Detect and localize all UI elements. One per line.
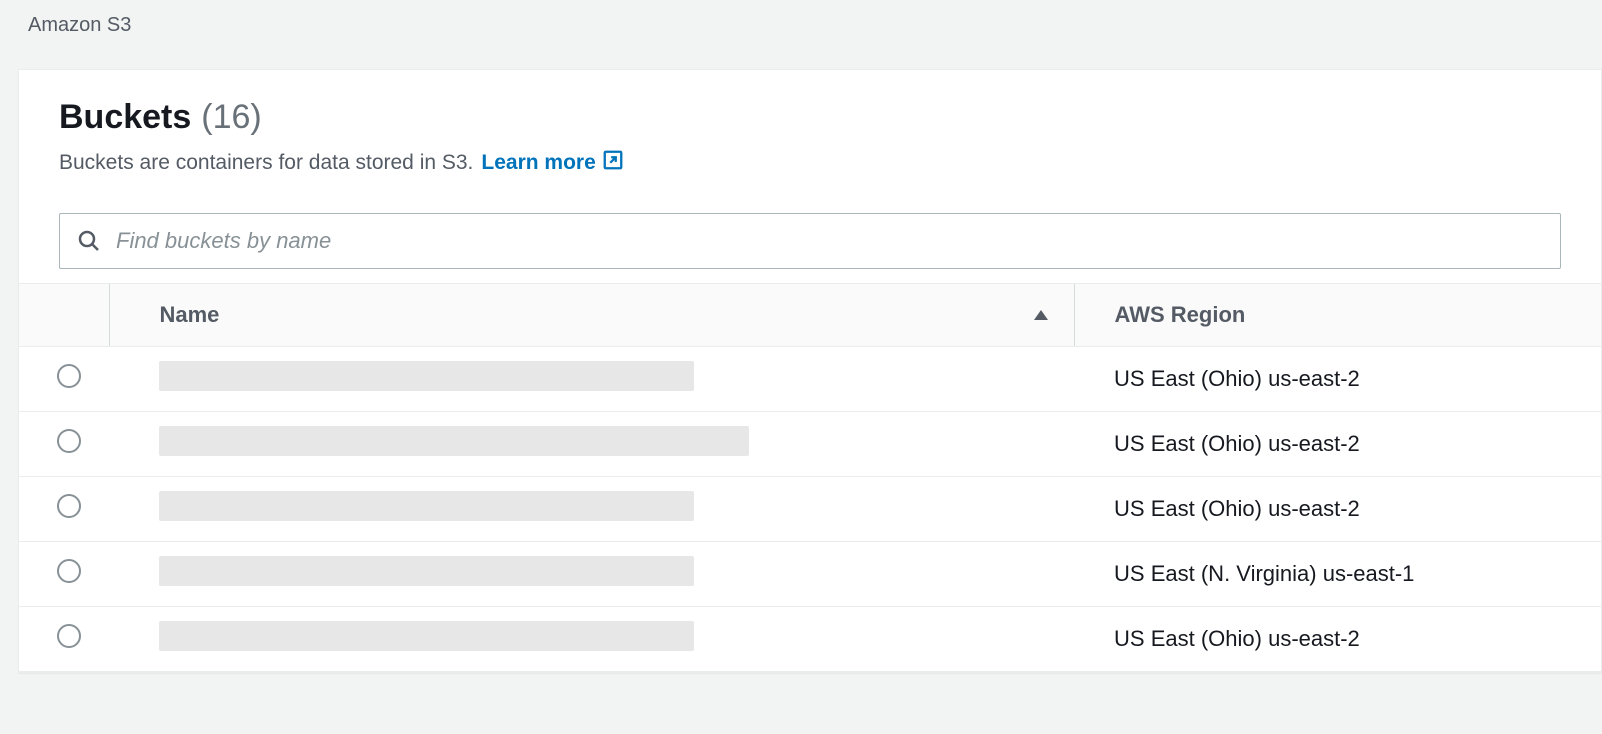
row-select-radio[interactable] <box>57 624 81 648</box>
table-row: US East (Ohio) us-east-2 <box>19 412 1601 477</box>
row-select-radio[interactable] <box>57 559 81 583</box>
region-column-header[interactable]: AWS Region <box>1074 284 1601 347</box>
bucket-region-cell: US East (Ohio) us-east-2 <box>1074 347 1601 412</box>
panel-header: Buckets (16) Buckets are containers for … <box>19 70 1601 195</box>
redacted-bucket-name <box>159 426 749 456</box>
bucket-name-cell[interactable] <box>109 542 1074 607</box>
bucket-region-cell: US East (N. Virginia) us-east-1 <box>1074 542 1601 607</box>
name-column-header[interactable]: Name <box>109 284 1074 347</box>
redacted-bucket-name <box>159 621 694 651</box>
bucket-region-cell: US East (Ohio) us-east-2 <box>1074 477 1601 542</box>
search-box <box>59 213 1561 269</box>
breadcrumb[interactable]: Amazon S3 <box>0 0 1602 51</box>
buckets-table: Name AWS Region US East (Ohio) us-east-2… <box>19 283 1601 672</box>
buckets-panel: Buckets (16) Buckets are containers for … <box>18 69 1602 673</box>
redacted-bucket-name <box>159 556 694 586</box>
bucket-region-cell: US East (Ohio) us-east-2 <box>1074 412 1601 477</box>
bucket-region-cell: US East (Ohio) us-east-2 <box>1074 607 1601 672</box>
table-row: US East (Ohio) us-east-2 <box>19 477 1601 542</box>
subtitle-text: Buckets are containers for data stored i… <box>59 151 473 175</box>
bucket-count: (16) <box>201 98 261 137</box>
table-row: US East (N. Virginia) us-east-1 <box>19 542 1601 607</box>
bucket-name-cell[interactable] <box>109 607 1074 672</box>
search-input[interactable] <box>59 213 1561 269</box>
external-link-icon <box>602 149 624 177</box>
learn-more-link[interactable]: Learn more <box>481 149 623 177</box>
table-row: US East (Ohio) us-east-2 <box>19 347 1601 412</box>
search-icon <box>77 229 101 253</box>
bucket-name-cell[interactable] <box>109 412 1074 477</box>
select-column-header <box>19 284 109 347</box>
bucket-name-cell[interactable] <box>109 347 1074 412</box>
page-title: Buckets <box>59 98 191 137</box>
sort-ascending-icon <box>1032 302 1050 328</box>
row-select-radio[interactable] <box>57 494 81 518</box>
redacted-bucket-name <box>159 361 694 391</box>
redacted-bucket-name <box>159 491 694 521</box>
row-select-radio[interactable] <box>57 429 81 453</box>
learn-more-label: Learn more <box>481 151 595 175</box>
row-select-radio[interactable] <box>57 364 81 388</box>
bucket-name-cell[interactable] <box>109 477 1074 542</box>
table-row: US East (Ohio) us-east-2 <box>19 607 1601 672</box>
